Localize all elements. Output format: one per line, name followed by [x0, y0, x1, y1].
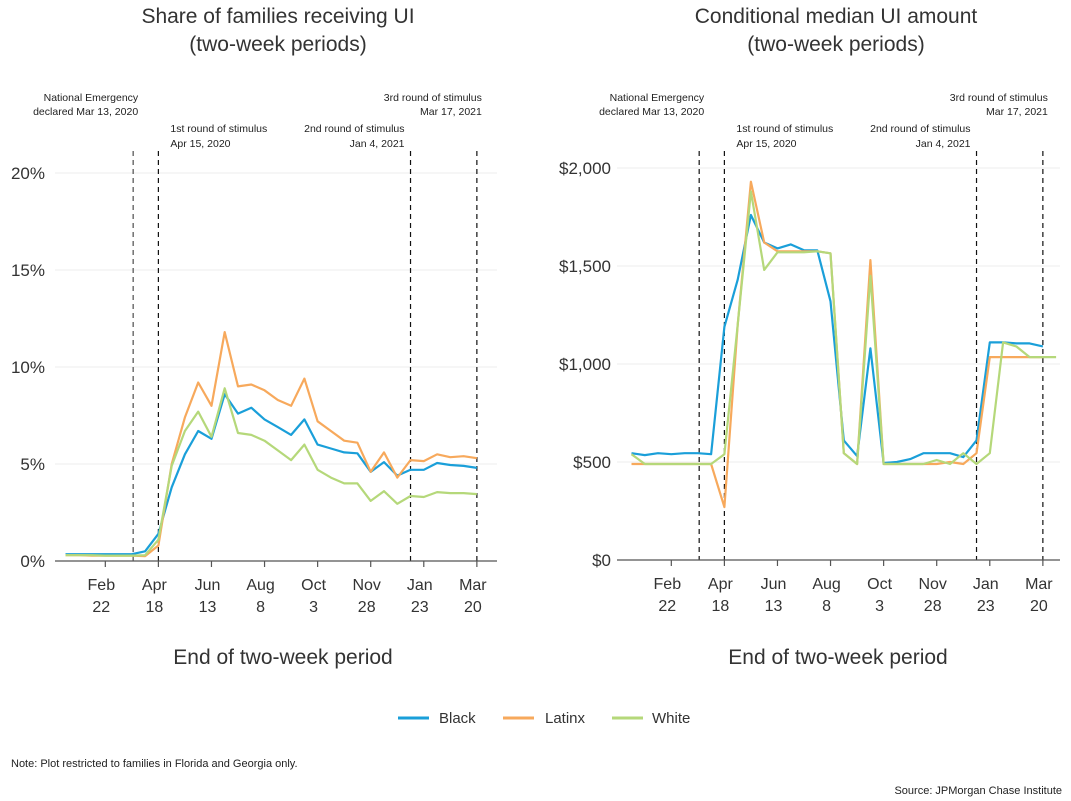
x-tick-label-month: Feb	[88, 577, 116, 594]
x-tick-label-day: 28	[924, 598, 942, 615]
x-tick-label-day: 8	[256, 599, 265, 616]
event-annotation: Jan 4, 2021	[916, 138, 971, 150]
chart-subtitle: (two-week periods)	[189, 33, 366, 56]
x-tick-label-day: 20	[464, 599, 482, 616]
x-tick-label-month: Oct	[867, 576, 892, 593]
event-annotation: 1st round of stimulus	[736, 123, 833, 135]
footnote: Note: Plot restricted to families in Flo…	[11, 758, 298, 770]
x-tick-label-month: Apr	[708, 576, 734, 593]
series-line-black	[65, 393, 478, 556]
x-tick-label-month: Jan	[973, 576, 999, 593]
series-line-white	[65, 387, 477, 557]
y-tick-label: 0%	[20, 552, 45, 571]
x-tick-label-day: 8	[822, 598, 831, 615]
legend-label-black: Black	[439, 710, 476, 727]
y-tick-label: 20%	[11, 164, 45, 183]
x-tick-label-month: Jun	[195, 577, 221, 594]
y-tick-label: $2,000	[559, 159, 611, 178]
legend: Black Latinx White	[398, 710, 690, 727]
x-tick-label-day: 28	[358, 599, 376, 616]
x-tick-label-day: 18	[711, 598, 729, 615]
x-tick-label-day: 22	[658, 598, 676, 615]
event-annotation: 3rd round of stimulus	[950, 92, 1048, 104]
event-annotation: 1st round of stimulus	[170, 123, 267, 135]
x-tick-label-day: 23	[977, 598, 995, 615]
series-line-white	[630, 190, 1057, 466]
event-annotation: Apr 15, 2020	[736, 138, 796, 150]
event-annotation: Mar 17, 2021	[986, 106, 1048, 118]
y-tick-label: 10%	[11, 358, 45, 377]
event-annotation: declared Mar 13, 2020	[33, 106, 138, 118]
x-tick-label-month: Mar	[1025, 576, 1053, 593]
legend-item-black: Black	[398, 710, 476, 727]
legend-label-white: White	[652, 710, 690, 727]
chart-title: Share of families receiving UI	[141, 5, 414, 28]
event-annotation: declared Mar 13, 2020	[599, 106, 704, 118]
x-tick-label-month: Jan	[407, 577, 433, 594]
legend-item-latinx: Latinx	[503, 710, 586, 727]
event-annotation: Jan 4, 2021	[350, 138, 405, 150]
event-annotation: National Emergency	[610, 92, 705, 104]
source-note: Source: JPMorgan Chase Institute	[894, 785, 1062, 797]
x-tick-label-day: 20	[1030, 598, 1048, 615]
x-tick-label-month: Mar	[459, 577, 487, 594]
x-tick-label-day: 3	[875, 598, 884, 615]
legend-label-latinx: Latinx	[545, 710, 586, 727]
x-tick-label-day: 13	[199, 599, 217, 616]
x-axis-label: End of two-week period	[173, 646, 392, 669]
event-annotation: 3rd round of stimulus	[384, 92, 482, 104]
legend-item-white: White	[612, 710, 690, 727]
chart-title: Conditional median UI amount	[695, 5, 978, 28]
x-tick-label-month: Nov	[918, 576, 946, 593]
x-tick-label-month: Aug	[246, 577, 274, 594]
event-annotation: Mar 17, 2021	[420, 106, 482, 118]
x-tick-label-month: Apr	[142, 577, 168, 594]
y-tick-label: 15%	[11, 261, 45, 280]
x-tick-label-month: Oct	[301, 577, 326, 594]
median-amount-chart: Conditional median UI amount (two-week p…	[559, 5, 1060, 669]
event-annotation: 2nd round of stimulus	[304, 123, 404, 135]
x-tick-label-day: 13	[765, 598, 783, 615]
x-tick-label-month: Feb	[654, 576, 682, 593]
y-tick-label: $1,000	[559, 355, 611, 374]
series-line-latinx	[65, 331, 478, 558]
chart-subtitle: (two-week periods)	[747, 33, 924, 56]
x-tick-label-month: Nov	[352, 577, 380, 594]
figure: Share of families receiving UI (two-week…	[11, 5, 1062, 797]
share-chart: Share of families receiving UI (two-week…	[11, 5, 497, 669]
x-tick-label-month: Aug	[812, 576, 840, 593]
x-tick-label-day: 18	[145, 599, 163, 616]
y-tick-label: $500	[573, 453, 611, 472]
y-tick-label: 5%	[20, 455, 45, 474]
x-tick-label-day: 3	[309, 599, 318, 616]
event-annotation: 2nd round of stimulus	[870, 123, 970, 135]
x-tick-label-month: Jun	[761, 576, 787, 593]
x-axis-label: End of two-week period	[728, 646, 947, 669]
y-tick-label: $1,500	[559, 257, 611, 276]
x-tick-label-day: 22	[92, 599, 110, 616]
y-tick-label: $0	[592, 551, 611, 570]
event-annotation: Apr 15, 2020	[170, 138, 230, 150]
event-annotation: National Emergency	[44, 92, 139, 104]
x-tick-label-day: 23	[411, 599, 429, 616]
